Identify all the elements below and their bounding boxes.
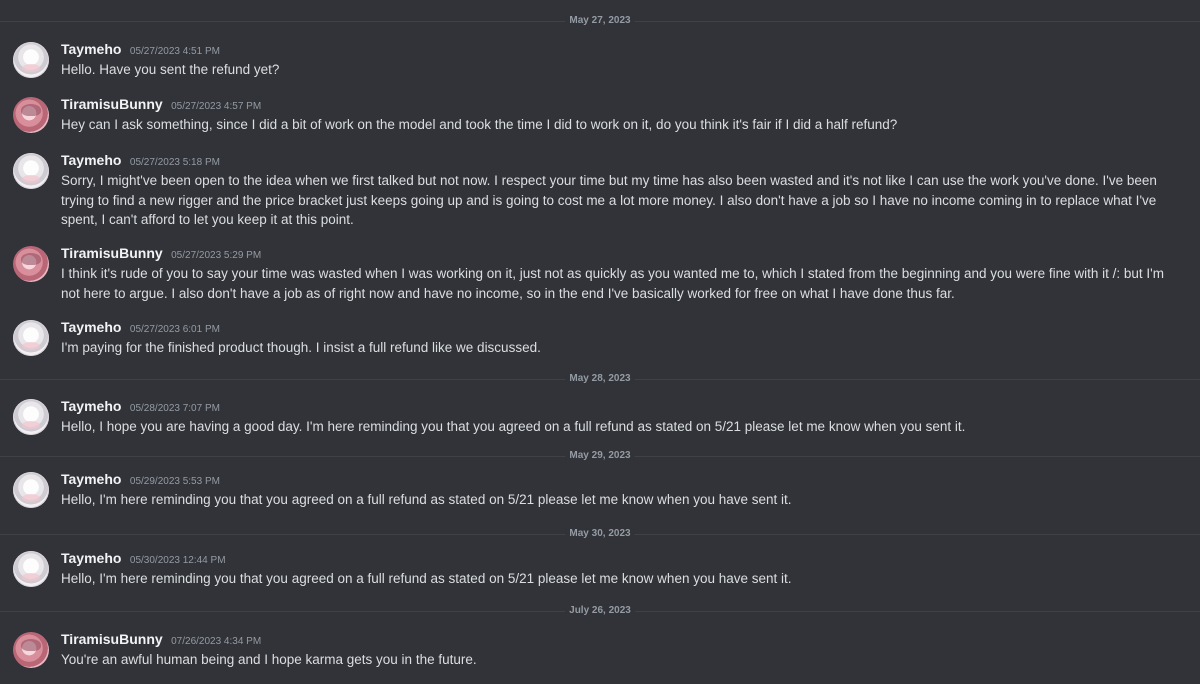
timestamp[interactable]: 05/27/2023 6:01 PM — [130, 324, 220, 335]
message-text: I think it's rude of you to say your tim… — [61, 266, 1164, 301]
message-text: Hey can I ask something, since I did a b… — [61, 117, 898, 132]
divider-date: May 28, 2023 — [565, 372, 635, 386]
timestamp[interactable]: 05/27/2023 4:51 PM — [130, 46, 220, 57]
timestamp[interactable]: 05/27/2023 5:29 PM — [171, 250, 261, 261]
message-text: I'm paying for the finished product thou… — [61, 340, 541, 355]
timestamp[interactable]: 05/30/2023 12:44 PM — [130, 555, 226, 566]
divider-date: May 27, 2023 — [565, 14, 635, 28]
message-header: Taymeho 05/27/2023 5:18 PM — [61, 151, 220, 169]
divider-date: July 26, 2023 — [565, 604, 635, 618]
timestamp[interactable]: 05/29/2023 5:53 PM — [130, 476, 220, 487]
timestamp[interactable]: 05/27/2023 5:18 PM — [130, 157, 220, 168]
message-header: TiramisuBunny 05/27/2023 5:29 PM — [61, 244, 261, 262]
username[interactable]: Taymeho — [61, 152, 121, 168]
date-divider: May 30, 2023 — [0, 527, 1200, 541]
username[interactable]: Taymeho — [61, 398, 121, 414]
message-text: Hello, I'm here reminding you that you a… — [61, 492, 792, 507]
message-text: You're an awful human being and I hope k… — [61, 652, 477, 667]
date-divider: May 28, 2023 — [0, 372, 1200, 386]
avatar[interactable] — [13, 42, 49, 78]
username[interactable]: Taymeho — [61, 550, 121, 566]
avatar[interactable] — [13, 399, 49, 435]
username[interactable]: Taymeho — [61, 471, 121, 487]
message-header: Taymeho 05/30/2023 12:44 PM — [61, 549, 226, 567]
username[interactable]: TiramisuBunny — [61, 96, 163, 112]
message-header: Taymeho 05/27/2023 4:51 PM — [61, 40, 220, 58]
date-divider: May 27, 2023 — [0, 14, 1200, 28]
date-divider: May 29, 2023 — [0, 449, 1200, 463]
message-header: TiramisuBunny 05/27/2023 4:57 PM — [61, 95, 261, 113]
message-text: Sorry, I might've been open to the idea … — [61, 173, 1157, 227]
divider-date: May 29, 2023 — [565, 449, 635, 463]
avatar[interactable] — [13, 246, 49, 282]
avatar[interactable] — [13, 153, 49, 189]
message-text: Hello. Have you sent the refund yet? — [61, 62, 280, 77]
divider-date: May 30, 2023 — [565, 527, 635, 541]
message-header: Taymeho 05/28/2023 7:07 PM — [61, 397, 220, 415]
chat-message-list[interactable]: May 27, 2023 Taymeho 05/27/2023 4:51 PM … — [0, 0, 1200, 684]
avatar[interactable] — [13, 551, 49, 587]
avatar[interactable] — [13, 472, 49, 508]
message-text: Hello, I'm here reminding you that you a… — [61, 571, 792, 586]
username[interactable]: Taymeho — [61, 319, 121, 335]
avatar[interactable] — [13, 320, 49, 356]
timestamp[interactable]: 05/28/2023 7:07 PM — [130, 403, 220, 414]
username[interactable]: TiramisuBunny — [61, 631, 163, 647]
message-header: Taymeho 05/29/2023 5:53 PM — [61, 470, 220, 488]
message-header: TiramisuBunny 07/26/2023 4:34 PM — [61, 630, 261, 648]
avatar[interactable] — [13, 97, 49, 133]
message-header: Taymeho 05/27/2023 6:01 PM — [61, 318, 220, 336]
username[interactable]: Taymeho — [61, 41, 121, 57]
username[interactable]: TiramisuBunny — [61, 245, 163, 261]
date-divider: July 26, 2023 — [0, 604, 1200, 618]
avatar[interactable] — [13, 632, 49, 668]
timestamp[interactable]: 07/26/2023 4:34 PM — [171, 636, 261, 647]
message-text: Hello, I hope you are having a good day.… — [61, 419, 966, 434]
timestamp[interactable]: 05/27/2023 4:57 PM — [171, 101, 261, 112]
